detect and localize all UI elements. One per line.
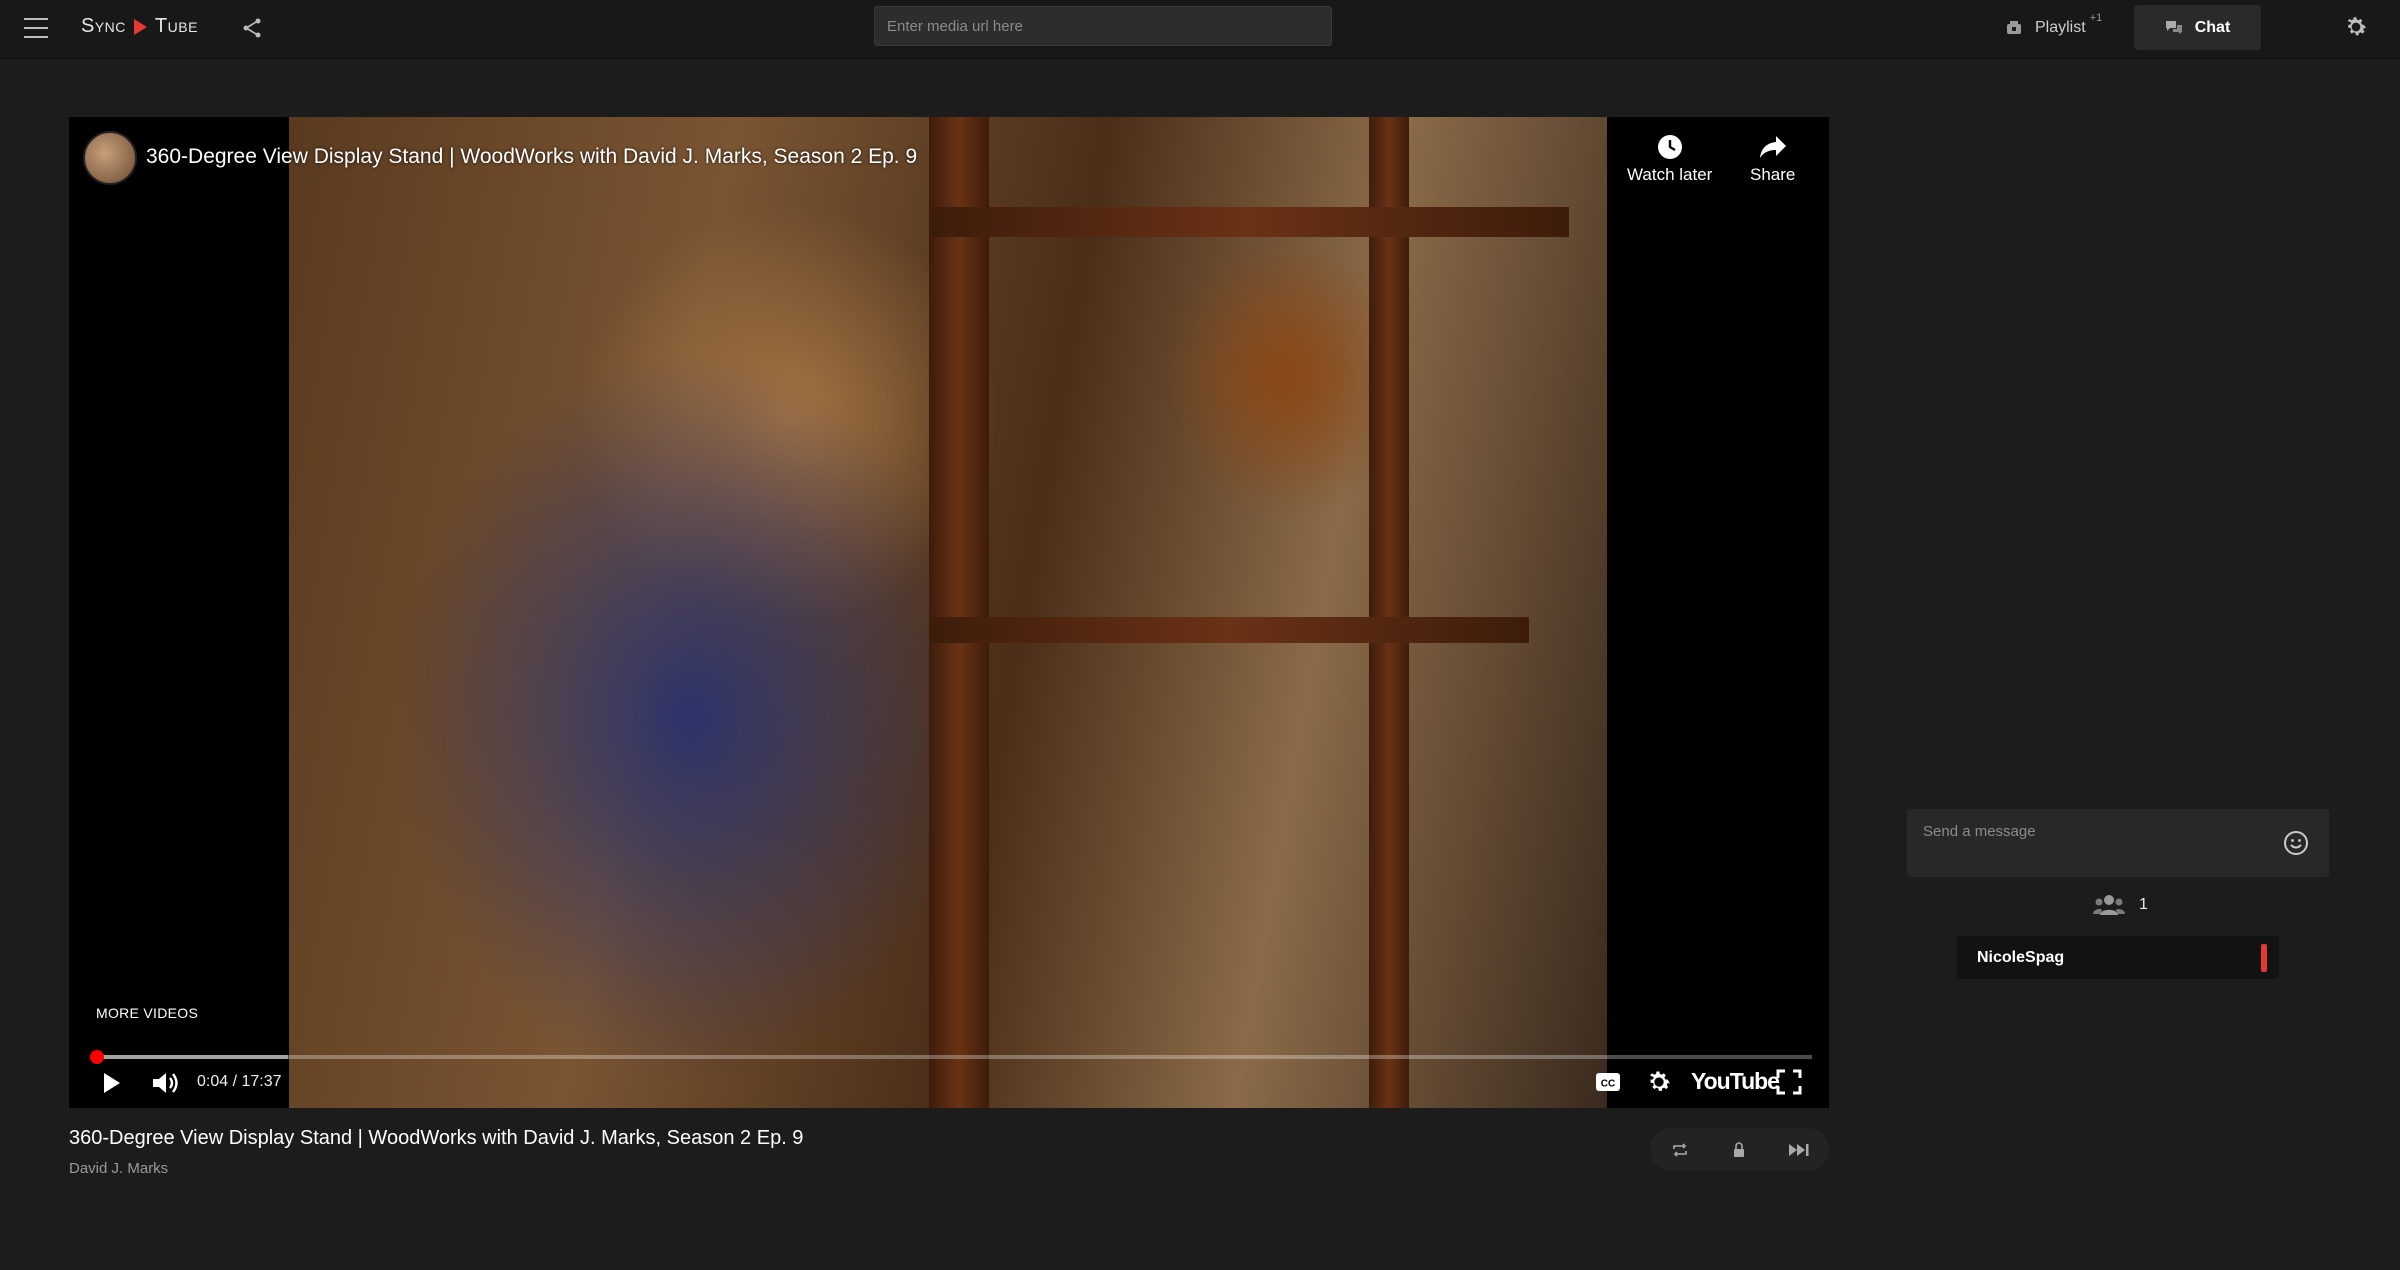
emoji-icon[interactable]: [2283, 830, 2309, 856]
share-label: Share: [1750, 165, 1796, 184]
more-videos-button[interactable]: MORE VIDEOS: [96, 1005, 198, 1021]
user-list-item[interactable]: NicoleSpag: [1957, 936, 2279, 979]
fullscreen-icon[interactable]: [1775, 1068, 1803, 1096]
users-count-value: 1: [2139, 896, 2148, 913]
watch-later-button[interactable]: Watch later: [1627, 133, 1712, 185]
menu-icon[interactable]: [24, 18, 48, 38]
lock-button[interactable]: [1725, 1136, 1753, 1164]
video-scene-post: [1369, 117, 1409, 1108]
player-settings-icon[interactable]: [1645, 1068, 1673, 1096]
users-icon: [2093, 895, 2125, 915]
volume-icon[interactable]: [150, 1068, 182, 1098]
repeat-icon: [1673, 1142, 1687, 1157]
top-bar: Sync Tube Playlist +1 Chat: [0, 0, 2400, 59]
user-name: NicoleSpag: [1977, 949, 2065, 966]
captions-icon[interactable]: CC: [1594, 1070, 1622, 1094]
chat-button[interactable]: Chat: [2134, 5, 2261, 50]
play-icon[interactable]: [96, 1068, 126, 1098]
video-scene-rail: [929, 617, 1529, 643]
progress-bar[interactable]: [89, 1050, 1812, 1064]
video-frame[interactable]: [289, 117, 1607, 1108]
playlist-icon: [2007, 21, 2021, 34]
skip-next-icon: [1789, 1143, 1809, 1156]
channel-avatar[interactable]: [83, 131, 137, 185]
playlist-label: Playlist: [2035, 19, 2086, 36]
media-url-input[interactable]: [874, 6, 1332, 46]
progress-scrubber[interactable]: [89, 1050, 104, 1064]
youtube-logo[interactable]: YouTube: [1691, 1068, 1780, 1095]
video-author: David J. Marks: [69, 1160, 169, 1177]
video-scene-rail: [929, 207, 1569, 237]
player-video-title[interactable]: 360-Degree View Display Stand | WoodWork…: [146, 145, 917, 169]
users-count: 1: [2093, 894, 2148, 916]
message-input[interactable]: [1907, 809, 2267, 877]
playlist-badge: +1: [2089, 12, 2103, 24]
user-color-indicator: [2261, 944, 2267, 972]
video-player[interactable]: 360-Degree View Display Stand | WoodWork…: [69, 117, 1829, 1108]
share-icon[interactable]: [240, 16, 264, 40]
media-controls: [1650, 1128, 1829, 1171]
chat-label: Chat: [2194, 18, 2231, 36]
video-scene-post: [929, 117, 989, 1108]
settings-icon[interactable]: [2343, 14, 2369, 40]
clock-icon: [1657, 135, 1682, 159]
skip-next-button[interactable]: [1785, 1136, 1813, 1164]
message-box: [1907, 809, 2329, 877]
time-display: 0:04 / 17:37: [197, 1073, 282, 1090]
logo-text-sync: Sync: [81, 15, 126, 37]
logo-text-tube: Tube: [154, 15, 198, 37]
playlist-button[interactable]: Playlist +1: [2005, 10, 2102, 46]
logo-play-icon: [133, 18, 147, 35]
share-arrow-icon: [1759, 136, 1786, 158]
svg-text:CC: CC: [1601, 1079, 1615, 1090]
watch-later-label: Watch later: [1627, 165, 1713, 184]
lock-icon: [1734, 1141, 1745, 1157]
repeat-button[interactable]: [1666, 1136, 1694, 1164]
video-title: 360-Degree View Display Stand | WoodWork…: [69, 1127, 804, 1149]
share-button[interactable]: Share: [1750, 133, 1795, 185]
logo[interactable]: Sync Tube: [81, 15, 198, 38]
chat-icon: [2165, 20, 2182, 34]
progress-buffered: [90, 1055, 289, 1059]
